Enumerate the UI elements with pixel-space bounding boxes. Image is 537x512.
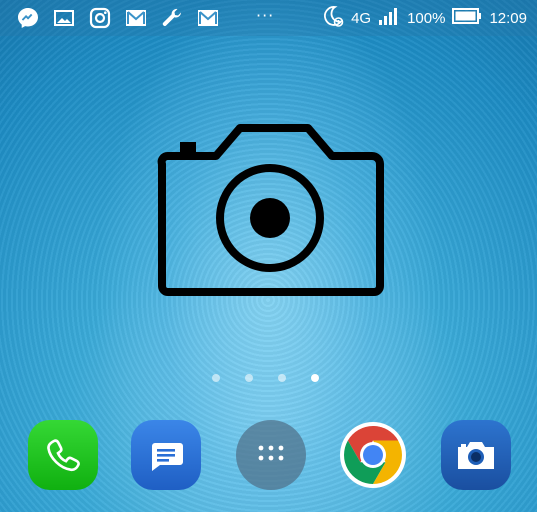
status-bar[interactable]: ··· 4G 100% 12:09: [0, 0, 537, 36]
clock: 12:09: [489, 9, 527, 27]
messages-icon: [152, 443, 183, 471]
messenger-icon: [16, 6, 40, 30]
page-dot-active[interactable]: [311, 374, 319, 382]
messages-app[interactable]: [131, 420, 201, 490]
system-status: 4G 100% 12:09: [313, 6, 527, 30]
phone-app[interactable]: [28, 420, 98, 490]
battery-icon: [452, 7, 482, 29]
wrench-icon: [160, 6, 184, 30]
phone-icon: [47, 439, 80, 472]
signal-icon: [378, 6, 400, 30]
app-drawer-icon: [258, 445, 284, 461]
camera-app[interactable]: [441, 420, 511, 490]
more-notifications-indicator: ···: [256, 6, 275, 25]
app-dock: [0, 420, 537, 492]
gallery-icon: [52, 6, 76, 30]
page-indicator: [212, 374, 344, 382]
battery-percent: 100%: [407, 9, 446, 27]
network-type: 4G: [351, 9, 372, 27]
camera-icon: [157, 124, 384, 296]
camera-shortcut[interactable]: [150, 122, 392, 298]
page-dot[interactable]: [245, 374, 253, 382]
camera-icon: [458, 442, 494, 469]
page-dot[interactable]: [278, 374, 286, 382]
chrome-app[interactable]: [338, 420, 408, 490]
gmail-icon: [196, 6, 220, 30]
app-drawer-button[interactable]: [236, 420, 306, 490]
gmail-icon: [124, 6, 148, 30]
notification-icons: [16, 6, 232, 30]
instagram-icon: [88, 6, 112, 30]
page-dot[interactable]: [212, 374, 220, 382]
chrome-icon: [340, 422, 406, 488]
do-not-disturb-icon: [320, 4, 344, 32]
